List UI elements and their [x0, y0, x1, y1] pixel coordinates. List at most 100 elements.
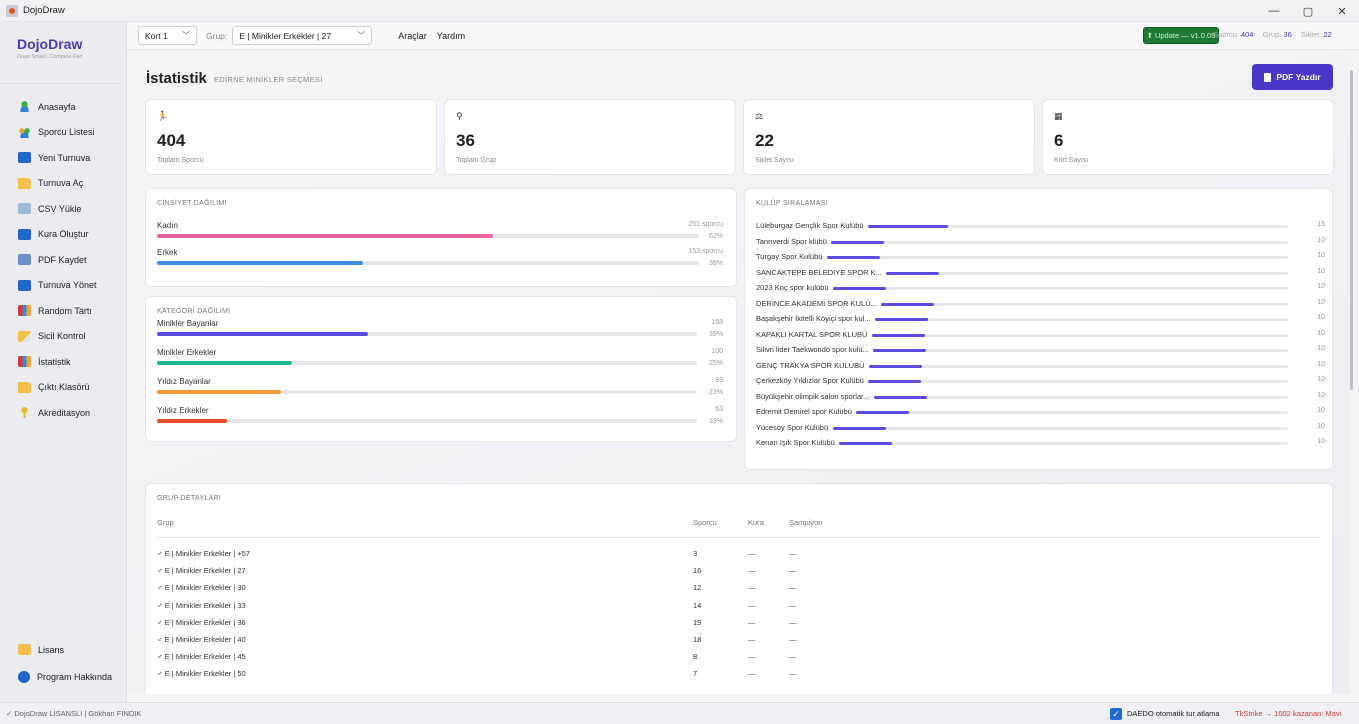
- cell-draw: —: [748, 669, 756, 679]
- menu-help[interactable]: Yardım: [437, 31, 465, 41]
- club-value: 10: [1317, 391, 1325, 399]
- stat-card: ⚖ 22 Siklet Sayısı: [743, 99, 1035, 175]
- column-header-draw[interactable]: Kura: [748, 518, 764, 527]
- info-icon: [18, 670, 30, 683]
- table-row[interactable]: ♂ E | Minikler Erkekler | 30 12 — —: [157, 581, 1321, 597]
- cell-champion: —: [789, 549, 797, 558]
- sidebar-item-3[interactable]: Yeni Turnuva: [0, 145, 126, 171]
- window-title: DojoDraw: [23, 5, 65, 16]
- club-bar-fill: [872, 333, 925, 337]
- club-bar-track: [874, 395, 1288, 399]
- table-row[interactable]: ♂ E | Minikler Erkekler | 33 14 — —: [157, 599, 1321, 615]
- sidebar-item-4[interactable]: Turnuva Aç: [0, 171, 126, 197]
- club-bar-track: [827, 256, 1288, 259]
- toolbar: Kort 1 ﹀ Grup: E | Minikler Erkekler | 2…: [127, 22, 1359, 50]
- table-row[interactable]: ♂ E | Minikler Erkekler | 45 8 — —: [157, 650, 1321, 666]
- sidebar-bottom-item-1[interactable]: Lisans: [0, 636, 126, 663]
- daedo-checkbox[interactable]: ✓: [1110, 708, 1122, 720]
- column-header-champion[interactable]: Şampiyon: [789, 518, 822, 527]
- groups-counter: 36: [1283, 30, 1292, 39]
- vertical-scrollbar[interactable]: [1350, 70, 1353, 390]
- club-name: DERİNCE AKADEMİ SPOR KULÜ...: [756, 298, 877, 308]
- club-bar-track: [886, 271, 1288, 275]
- table-row[interactable]: ♂ E | Minikler Erkekler | 36 19 — —: [157, 616, 1321, 632]
- sidebar-item-1[interactable]: Anasayfa: [0, 94, 126, 120]
- club-bar-track: [833, 287, 1288, 290]
- table-row[interactable]: ♂ E | Minikler Erkekler | +57 3 — —: [157, 547, 1321, 563]
- maximize-button[interactable]: ▢: [1291, 0, 1325, 22]
- sidebar-item-label: Anasayfa: [38, 101, 76, 112]
- sidebar: DojoDraw Draw Smart. Compete Fair Anasay…: [0, 22, 127, 702]
- categories-row-label: Yıldız Bayanlar: [157, 377, 211, 386]
- table-row[interactable]: ♂ E | Minikler Erkekler | 27 16 — —: [157, 564, 1321, 580]
- court-select-value: Kort 1: [145, 30, 168, 41]
- club-bar-track: [868, 225, 1288, 228]
- club-bar-fill: [881, 302, 934, 306]
- club-bar-fill: [869, 364, 922, 368]
- column-header-athletes[interactable]: Sporcu: [693, 518, 717, 527]
- gender-row-label: Kadın: [157, 221, 178, 230]
- club-value: 10: [1317, 252, 1325, 259]
- sidebar-item-10[interactable]: Sicil Kontrol: [0, 324, 126, 350]
- column-header-group[interactable]: Grup: [157, 518, 174, 527]
- stat-card: ⚲ 36 Toplam Grup: [444, 99, 736, 175]
- club-row: Silivri lider Taekwondo spor kulü... 10: [756, 345, 1325, 357]
- club-row: 2023 Koç spor kulübü 10: [756, 283, 1325, 295]
- cell-athletes: 19: [693, 617, 702, 627]
- sidebar-item-5[interactable]: CSV Yükle: [0, 196, 126, 222]
- cell-draw: —: [748, 600, 756, 610]
- categories-bar-fill: [157, 390, 281, 394]
- cell-athletes: 8: [693, 652, 698, 662]
- daedo-checkbox-label[interactable]: DAEDO otomatik tur atlama: [1127, 709, 1220, 718]
- court-select[interactable]: Kort 1 ﹀: [138, 26, 197, 45]
- groups-counter-label: Grup:: [1262, 30, 1282, 39]
- cell-group: ♂ E | Minikler Erkekler | 27: [157, 566, 246, 576]
- sidebar-item-9[interactable]: Random Tartı: [0, 298, 126, 324]
- stat-value: 22: [755, 131, 774, 150]
- sidebar-bottom-item-2[interactable]: Program Hakkında: [0, 663, 126, 690]
- club-name: Başakşehir İkitelli Köyiçi spor kul...: [756, 314, 871, 323]
- table-row[interactable]: ♂ E | Minikler Erkekler | 40 18 — —: [157, 633, 1321, 649]
- pdf-print-button[interactable]: PDF Yazdır: [1252, 64, 1333, 90]
- club-row: Turgay Spor Kulübü 10: [756, 252, 1325, 264]
- club-row: Kenan Işık Spor Kulübü 10: [756, 438, 1325, 450]
- sidebar-item-2[interactable]: Sporcu Listesi: [0, 120, 126, 146]
- stat-label: Siklet Sayısı: [755, 157, 794, 164]
- chart-icon: [18, 305, 31, 317]
- minimize-button[interactable]: —: [1257, 0, 1291, 22]
- cell-athletes: 14: [693, 600, 702, 610]
- sidebar-item-13[interactable]: Akreditasyon: [0, 400, 126, 426]
- gender-row-count: 153 sporcu: [688, 248, 723, 255]
- stat-icon: 🏃: [157, 111, 169, 121]
- update-button[interactable]: ⬆ Update — v1.0.05: [1143, 27, 1219, 44]
- cell-draw: —: [748, 583, 756, 593]
- athletes-counter-label: Sporcu:: [1213, 30, 1239, 39]
- group-select[interactable]: E | Minikler Erkekler | 27 ﹀: [232, 26, 373, 45]
- sidebar-item-11[interactable]: İstatistik: [0, 349, 126, 375]
- menu-tools[interactable]: Araçlar: [398, 31, 427, 41]
- club-row: Yücesoy Spor Kulübü 10: [756, 423, 1325, 435]
- stat-card: ▦ 6 Kort Sayısı: [1042, 99, 1334, 175]
- club-value: 10: [1317, 345, 1325, 352]
- folder-icon: [18, 177, 31, 189]
- sidebar-item-8[interactable]: Turnuva Yönet: [0, 273, 126, 299]
- club-name: Silivri lider Taekwondo spor kulü...: [756, 345, 869, 354]
- club-name: Yücesoy Spor Kulübü: [756, 422, 829, 432]
- app-logo-icon: [6, 4, 18, 17]
- sidebar-item-7[interactable]: PDF Kaydet: [0, 247, 126, 273]
- table-header-divider: [157, 537, 1321, 538]
- sidebar-item-6[interactable]: Kura Oluştur: [0, 222, 126, 248]
- cell-draw: —: [748, 617, 756, 627]
- sidebar-item-label: Sporcu Listesi: [38, 127, 95, 138]
- table-row[interactable]: ♂ E | Minikler Erkekler | 50 7 — —: [157, 667, 1321, 683]
- club-bar-fill: [831, 240, 884, 244]
- close-button[interactable]: ✕: [1325, 0, 1359, 22]
- pdf-print-label: PDF Yazdır: [1276, 72, 1321, 82]
- club-section-title: KULÜP SIRALAMASI: [756, 200, 828, 207]
- cell-group: ♂ E | Minikler Erkekler | 45: [157, 652, 246, 662]
- club-name: Kenan Işık Spor Kulübü: [756, 438, 835, 447]
- sidebar-item-12[interactable]: Çıktı Klasörü: [0, 375, 126, 401]
- club-name: Edremit Demirel spor Kulübü: [756, 407, 852, 416]
- page-subtitle: EDİRNE MİNİKLER SEÇMESİ: [214, 75, 323, 84]
- club-name: Tanrıverdi Spor klübü: [756, 236, 827, 246]
